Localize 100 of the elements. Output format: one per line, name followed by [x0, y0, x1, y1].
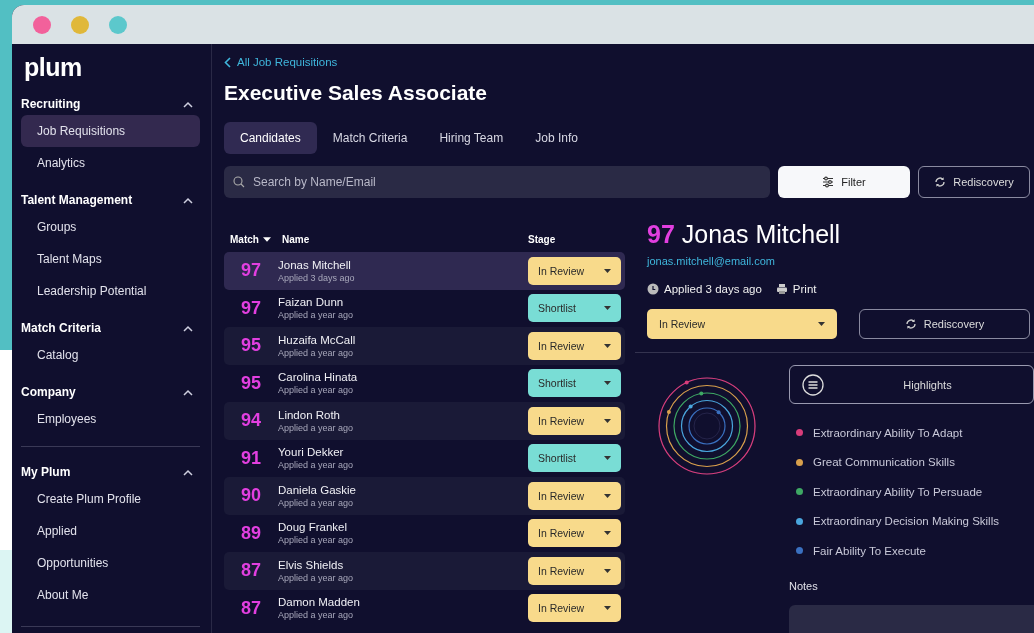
sidebar-item[interactable]: Job Requisitions: [21, 115, 200, 147]
match-score: 97: [240, 297, 262, 319]
candidate-row[interactable]: 94 Lindon Roth Applied a year ago In Review: [224, 402, 625, 440]
stage-dropdown[interactable]: Shortlist: [528, 444, 621, 473]
rediscovery-button[interactable]: Rediscovery: [918, 166, 1030, 198]
caret-icon: [604, 343, 611, 348]
match-score: 87: [240, 597, 262, 619]
stage-dropdown[interactable]: Shortlist: [528, 369, 621, 398]
caret-icon[interactable]: [183, 468, 193, 476]
search-field[interactable]: Search by Name/Email: [224, 166, 770, 198]
applied-time: Applied a year ago: [278, 347, 355, 358]
stage-dropdown[interactable]: In Review: [528, 406, 621, 435]
applied-time: Applied a year ago: [278, 422, 355, 433]
stage-dropdown[interactable]: In Review: [528, 556, 621, 585]
candidate-row[interactable]: 97 Jonas Mitchell Applied 3 days ago In Review: [224, 252, 625, 290]
caret-icon: [604, 306, 611, 311]
sidebar-item[interactable]: Opportunities: [21, 547, 200, 579]
filter-button[interactable]: Filter: [778, 166, 910, 198]
match-score: 87: [240, 560, 262, 582]
column-header[interactable]: Match: [230, 233, 271, 245]
candidate-row[interactable]: 87 Elvis Shields Applied a year ago In Review: [224, 552, 625, 590]
candidate-row[interactable]: 87 Damon Madden Applied a year ago In Review: [224, 589, 625, 627]
back-link[interactable]: All Job Requisitions: [237, 56, 338, 68]
match-score: 95: [240, 335, 262, 357]
notes-field[interactable]: [789, 604, 1034, 633]
candidate-name: Carolina Hinata: [278, 371, 359, 384]
stage-dropdown[interactable]: In Review: [528, 594, 621, 623]
caret-icon: [604, 381, 611, 386]
tab[interactable]: Job Info: [519, 122, 594, 154]
refresh-icon: [934, 176, 947, 188]
stage-dropdown[interactable]: In Review: [528, 331, 621, 360]
stage-dropdown[interactable]: In Review: [647, 309, 837, 339]
candidate-row[interactable]: 95 Carolina Hinata Applied a year ago Shortlist: [224, 364, 625, 402]
sidebar-item[interactable]: Talent Maps: [21, 243, 200, 275]
sliders-icon: [822, 176, 835, 188]
caret-icon: [818, 322, 825, 326]
caret-icon[interactable]: [183, 196, 193, 204]
candidate-row[interactable]: 90 Daniela Gaskie Applied a year ago In Review: [224, 477, 625, 515]
refresh-icon: [904, 318, 917, 330]
candidate-heading: 97 Jonas Mitchell: [647, 219, 842, 250]
sidebar-item[interactable]: Analytics: [21, 147, 200, 179]
applied-time: Applied a year ago: [278, 460, 355, 471]
sidebar-item[interactable]: About Me: [21, 579, 200, 611]
section-heading: Company: [21, 385, 76, 399]
caret-icon: [604, 606, 611, 611]
logo: plum: [24, 52, 83, 82]
tab[interactable]: Match Criteria: [316, 122, 424, 154]
applied-time: Applied a year ago: [278, 497, 355, 508]
match-score: 89: [240, 522, 262, 544]
highlight-item: Extraordinary Ability To Adapt: [813, 426, 963, 439]
highlight-item: Extraordinary Decision Making Skills: [813, 515, 999, 528]
match-score: 97: [240, 260, 262, 282]
stage-dropdown[interactable]: In Review: [528, 481, 621, 510]
highlight-item: Great Communication Skills: [813, 456, 955, 469]
sidebar-item[interactable]: Create Plum Profile: [21, 483, 200, 515]
rediscovery-button[interactable]: Rediscovery: [859, 309, 1030, 339]
applied-time: Applied a year ago: [278, 572, 355, 583]
applied-time: Applied 3 days ago: [664, 283, 762, 295]
menu-icon: [802, 373, 824, 396]
sidebar-item[interactable]: Applied: [21, 515, 200, 547]
highlights-dropdown[interactable]: Highlights: [789, 365, 1034, 404]
match-score: 94: [240, 410, 262, 432]
stage-dropdown[interactable]: In Review: [528, 519, 621, 548]
tab[interactable]: Candidates: [224, 122, 317, 154]
section-heading: Talent Management: [21, 193, 133, 207]
sidebar-item[interactable]: Groups: [21, 211, 200, 243]
applied-time: Applied a year ago: [278, 535, 355, 546]
applied-time: Applied 3 days ago: [278, 272, 356, 283]
back-icon[interactable]: [224, 56, 231, 68]
candidate-name: Youri Dekker: [278, 446, 345, 459]
candidate-name: Jonas Mitchell: [278, 258, 352, 271]
caret-icon[interactable]: [183, 324, 193, 332]
stage-dropdown[interactable]: In Review: [528, 256, 621, 285]
sidebar-item[interactable]: Leadership Potential: [21, 275, 200, 307]
candidate-row[interactable]: 97 Faizan Dunn Applied a year ago Shortlist: [224, 289, 625, 327]
applied-time: Applied a year ago: [278, 310, 355, 321]
applied-time: Applied a year ago: [278, 385, 355, 396]
section-heading: My Plum: [21, 465, 71, 479]
candidate-name: Huzaifa McCall: [278, 333, 357, 346]
match-score: 90: [240, 485, 262, 507]
print-link[interactable]: Print: [775, 283, 817, 295]
sidebar-item[interactable]: Catalog: [21, 339, 200, 371]
clock-icon: [647, 283, 659, 295]
column-header[interactable]: Name: [282, 233, 310, 245]
applied-time: Applied a year ago: [278, 610, 355, 621]
tab[interactable]: Hiring Team: [423, 122, 520, 154]
caret-icon: [604, 531, 611, 536]
caret-icon[interactable]: [183, 100, 193, 108]
stage-dropdown[interactable]: Shortlist: [528, 294, 621, 323]
caret-icon: [604, 456, 611, 461]
sidebar-item[interactable]: Employees: [21, 403, 200, 435]
candidate-row[interactable]: 91 Youri Dekker Applied a year ago Shortlist: [224, 439, 625, 477]
candidate-row[interactable]: 95 Huzaifa McCall Applied a year ago In Review: [224, 327, 625, 365]
sort-icon[interactable]: [262, 236, 271, 242]
caret-icon[interactable]: [183, 388, 193, 396]
candidate-row[interactable]: 89 Doug Frankel Applied a year ago In Review: [224, 514, 625, 552]
candidate-name: Lindon Roth: [278, 408, 342, 421]
email-link[interactable]: jonas.mitchell@email.com: [647, 255, 775, 267]
column-header[interactable]: Stage: [528, 233, 556, 245]
caret-icon: [604, 493, 611, 498]
